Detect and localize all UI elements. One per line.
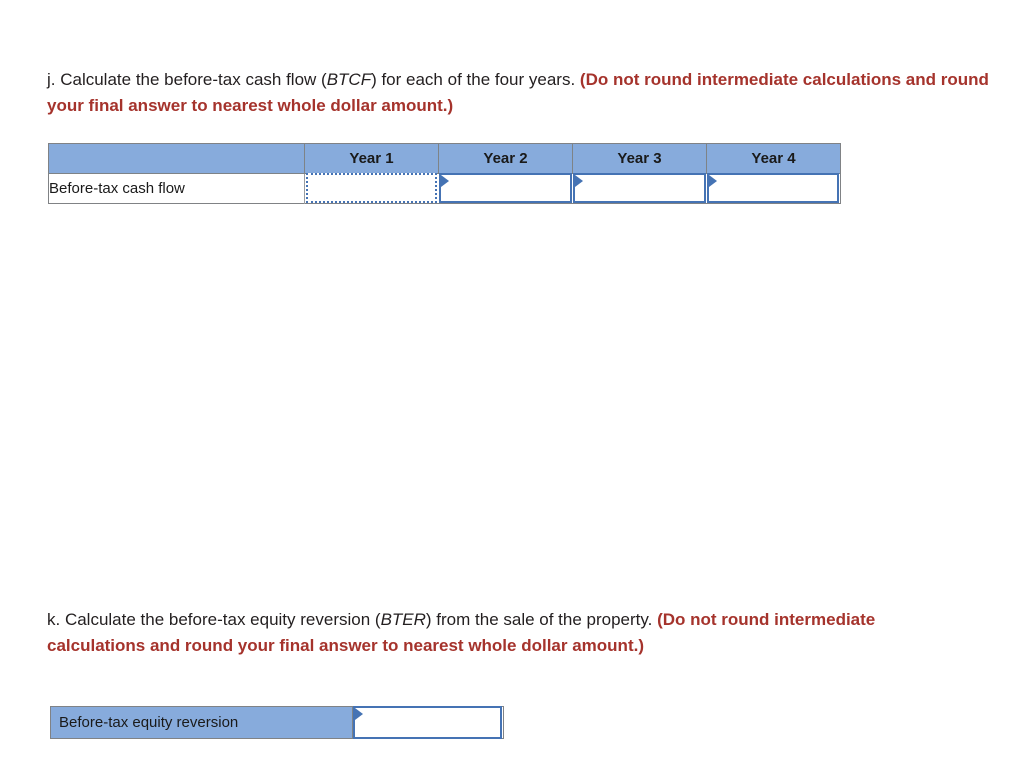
btcf-year-1-input[interactable] bbox=[315, 176, 433, 201]
btcf-year-2-input[interactable] bbox=[448, 176, 567, 201]
row-label-before-tax-cash-flow: Before-tax cash flow bbox=[48, 173, 305, 204]
question-j-mid: ) for each of the four years. bbox=[371, 70, 580, 89]
question-k-text: k. Calculate the before-tax equity rever… bbox=[47, 607, 977, 659]
btcf-year-1-cell[interactable] bbox=[304, 173, 439, 204]
question-j-abbreviation: BTCF bbox=[326, 70, 372, 89]
question-j-lead: j. Calculate the before-tax cash flow ( bbox=[47, 70, 327, 89]
btcf-year-3-cell[interactable] bbox=[572, 173, 707, 204]
btcf-year-3-input[interactable] bbox=[582, 176, 701, 201]
triangle-marker-icon bbox=[440, 175, 449, 187]
table-row: Before-tax equity reversion bbox=[50, 706, 504, 739]
bter-value-cell[interactable] bbox=[352, 706, 504, 739]
triangle-marker-icon bbox=[708, 175, 717, 187]
question-k-mid: ) from the sale of the property. bbox=[425, 610, 658, 629]
btcf-year-2-cell[interactable] bbox=[438, 173, 573, 204]
btcf-year-4-cell[interactable] bbox=[706, 173, 841, 204]
question-k-abbreviation: BTER bbox=[380, 610, 426, 629]
btcf-year-4-input[interactable] bbox=[716, 176, 834, 201]
bter-value-input[interactable] bbox=[363, 709, 497, 736]
column-header-year-1: Year 1 bbox=[304, 143, 439, 174]
table-row: Before-tax cash flow bbox=[48, 173, 841, 204]
column-header-year-4: Year 4 bbox=[706, 143, 841, 174]
column-header-year-3: Year 3 bbox=[572, 143, 707, 174]
question-j-text: j. Calculate the before-tax cash flow (B… bbox=[47, 67, 992, 119]
table-header-row: Year 1 Year 2 Year 3 Year 4 bbox=[48, 143, 841, 174]
corner-header-cell bbox=[48, 143, 305, 174]
column-header-year-2: Year 2 bbox=[438, 143, 573, 174]
question-k-lead: k. Calculate the before-tax equity rever… bbox=[47, 610, 381, 629]
before-tax-equity-reversion-table: Before-tax equity reversion bbox=[50, 706, 504, 739]
triangle-marker-icon bbox=[355, 708, 363, 720]
before-tax-cash-flow-table: Year 1 Year 2 Year 3 Year 4 Before-tax c… bbox=[48, 143, 841, 204]
triangle-marker-icon bbox=[574, 175, 583, 187]
row-label-before-tax-equity-reversion: Before-tax equity reversion bbox=[50, 706, 353, 739]
